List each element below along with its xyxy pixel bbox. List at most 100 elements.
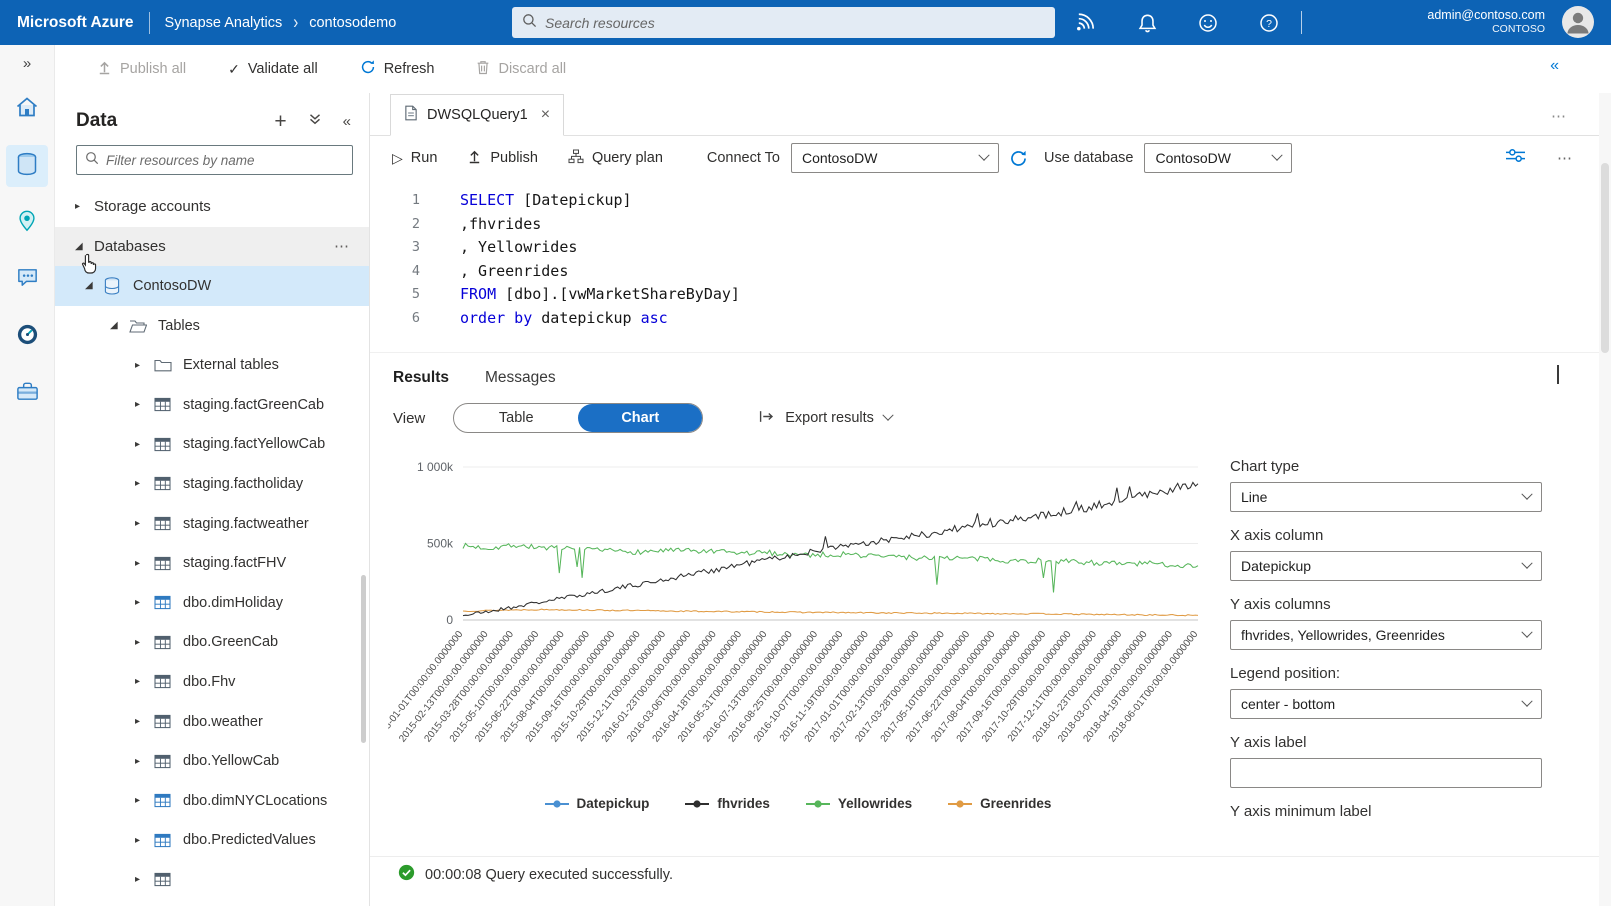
view-option-chart[interactable]: Chart [578,404,703,432]
legend-item-datepickup[interactable]: Datepickup [544,796,649,811]
legend-item-yellowrides[interactable]: Yellowrides [805,796,912,811]
chevron-right-icon[interactable]: ▸ [135,795,154,806]
smiley-icon[interactable] [1196,11,1220,35]
legend-item-fhvrides[interactable]: fhvrides [685,796,770,811]
chevron-right-icon[interactable]: ▸ [135,399,154,410]
connect-to-dropdown[interactable]: ContosoDW [790,143,999,173]
window-scrollbar[interactable] [1599,93,1611,906]
nav-monitor-button[interactable] [6,316,48,358]
nav-integrate-button[interactable] [6,259,48,301]
help-icon[interactable]: ? [1257,11,1281,35]
publish-all-button[interactable]: Publish all [97,60,186,79]
tree-item-dbo-weather[interactable]: ▸ dbo.weather [55,702,369,742]
chevron-right-icon[interactable]: ▸ [135,558,154,569]
chevron-right-icon[interactable]: ▸ [135,360,154,371]
chevron-right-icon[interactable]: ▸ [75,201,94,212]
refresh-button[interactable]: Refresh [360,59,434,79]
view-option-table[interactable]: Table [454,404,578,432]
breadcrumb-app[interactable]: Synapse Analytics [165,15,283,31]
run-button[interactable]: ▷ Run [392,150,437,167]
search-box[interactable] [512,7,1055,38]
tab-strip-more-icon[interactable]: ⋯ [1551,107,1567,125]
legend-item-greenrides[interactable]: Greenrides [948,796,1051,811]
filter-input[interactable] [106,152,344,168]
chevron-expanded-icon[interactable]: ◢ [85,280,104,291]
tree-item-staging-factyellowcab[interactable]: ▸ staging.factYellowCab [55,425,369,465]
nav-manage-button[interactable] [6,373,48,415]
tree-item-dbo-yellowcab[interactable]: ▸ dbo.YellowCab [55,741,369,781]
filter-box[interactable] [76,145,353,175]
collapse-results-icon[interactable] [1557,365,1559,384]
chevron-right-icon[interactable]: ▸ [135,756,154,767]
tree-item-storage-accounts[interactable]: ▸ Storage accounts [55,187,369,227]
tree-item-dbo-dimnyclocations[interactable]: ▸ dbo.dimNYCLocations [55,781,369,821]
code-line-4[interactable]: 4 , Greenrides [370,260,1611,284]
close-icon[interactable]: × [541,106,550,124]
chart-type-dropdown[interactable]: Line [1230,482,1542,512]
chevron-right-icon[interactable]: ▸ [135,874,154,885]
tree-item-databases[interactable]: ◢ Databases ⋯ [55,226,369,267]
tree-item-staging-factfhv[interactable]: ▸ staging.factFHV [55,543,369,583]
bell-icon[interactable] [1135,11,1159,35]
use-database-dropdown[interactable]: ContosoDW [1144,143,1293,173]
tree-item-partial[interactable]: ▸ [55,860,369,900]
add-resource-icon[interactable]: + [274,111,286,132]
tree-item-dbo-dimholiday[interactable]: ▸ dbo.dimHoliday [55,583,369,623]
nav-data-button[interactable] [6,145,48,187]
tree-item-staging-factholiday[interactable]: ▸ staging.factholiday [55,464,369,504]
chevron-right-icon[interactable]: ▸ [135,518,154,529]
code-line-3[interactable]: 3 , Yellowrides [370,236,1611,260]
chevron-right-icon[interactable]: ▸ [135,676,154,687]
nav-home-button[interactable] [6,88,48,130]
y-axis-label-input[interactable] [1230,758,1542,788]
tree-item-contosodw[interactable]: ◢ ContosoDW [55,266,369,306]
tree-item-dbo-fhv[interactable]: ▸ dbo.Fhv [55,662,369,702]
scrollbar-thumb[interactable] [1601,163,1609,353]
validate-all-button[interactable]: ✓ Validate all [228,61,318,78]
code-line-6[interactable]: 6 order by datepickup asc [370,307,1611,331]
discard-all-button[interactable]: Discard all [476,60,566,79]
avatar[interactable] [1561,5,1595,39]
tree-scrollbar[interactable] [361,575,366,743]
tree-item-dbo-greencab[interactable]: ▸ dbo.GreenCab [55,623,369,663]
tab-results[interactable]: Results [393,369,449,387]
signal-icon[interactable] [1074,11,1098,35]
expand-nav-icon[interactable]: » [23,55,31,72]
code-line-1[interactable]: 1 SELECT [Datepickup] [370,189,1611,213]
publish-button[interactable]: Publish [467,149,538,168]
azure-brand[interactable]: Microsoft Azure [0,14,134,32]
tree-item-tables[interactable]: ◢ Tables [55,306,369,346]
more-options-icon[interactable]: ⋯ [334,237,350,255]
tree-item-staging-factweather[interactable]: ▸ staging.factweather [55,504,369,544]
tree-item-external-tables[interactable]: ▸ External tables [55,345,369,385]
chevron-right-icon[interactable]: ▸ [135,716,154,727]
collapse-data-panel-icon[interactable]: « [343,113,351,130]
account-info[interactable]: admin@contoso.com CONTOSO [1427,7,1545,37]
tab-messages[interactable]: Messages [485,369,556,387]
sql-editor[interactable]: 1 SELECT [Datepickup] 2 ,fhvrides 3 , Yellowr… [370,180,1611,352]
nav-develop-button[interactable] [6,202,48,244]
tree-item-dbo-predictedvalues[interactable]: ▸ dbo.PredictedValues [55,821,369,861]
chevron-expanded-icon[interactable]: ◢ [110,320,129,331]
x-axis-column-dropdown[interactable]: Datepickup [1230,551,1542,581]
search-input[interactable] [545,14,1045,31]
chevron-right-icon[interactable]: ▸ [135,637,154,648]
tree-item-staging-factgreencab[interactable]: ▸ staging.factGreenCab [55,385,369,425]
refresh-database-icon[interactable] [1009,149,1028,168]
query-plan-button[interactable]: Query plan [568,149,663,168]
settings-icon[interactable] [1506,148,1525,168]
chevron-expanded-icon[interactable]: ◢ [75,241,94,252]
y-axis-columns-dropdown[interactable]: fhvrides, Yellowrides, Greenrides [1230,620,1542,650]
export-results-button[interactable]: Export results [759,409,894,428]
chevron-right-icon[interactable]: ▸ [135,597,154,608]
toolbar-more-icon[interactable]: ⋯ [1557,149,1573,167]
tab-dwsqlquery1[interactable]: DWSQLQuery1 × [390,94,565,136]
collapse-panel-icon[interactable]: « [1550,57,1559,75]
chevron-right-icon[interactable]: ▸ [135,835,154,846]
code-line-2[interactable]: 2 ,fhvrides [370,213,1611,237]
chevron-right-icon[interactable]: ▸ [135,439,154,450]
chevron-right-icon[interactable]: ▸ [135,478,154,489]
legend-position-dropdown[interactable]: center - bottom [1230,689,1542,719]
collapse-all-icon[interactable] [308,112,322,131]
code-line-5[interactable]: 5 FROM [dbo].[vwMarketShareByDay] [370,283,1611,307]
